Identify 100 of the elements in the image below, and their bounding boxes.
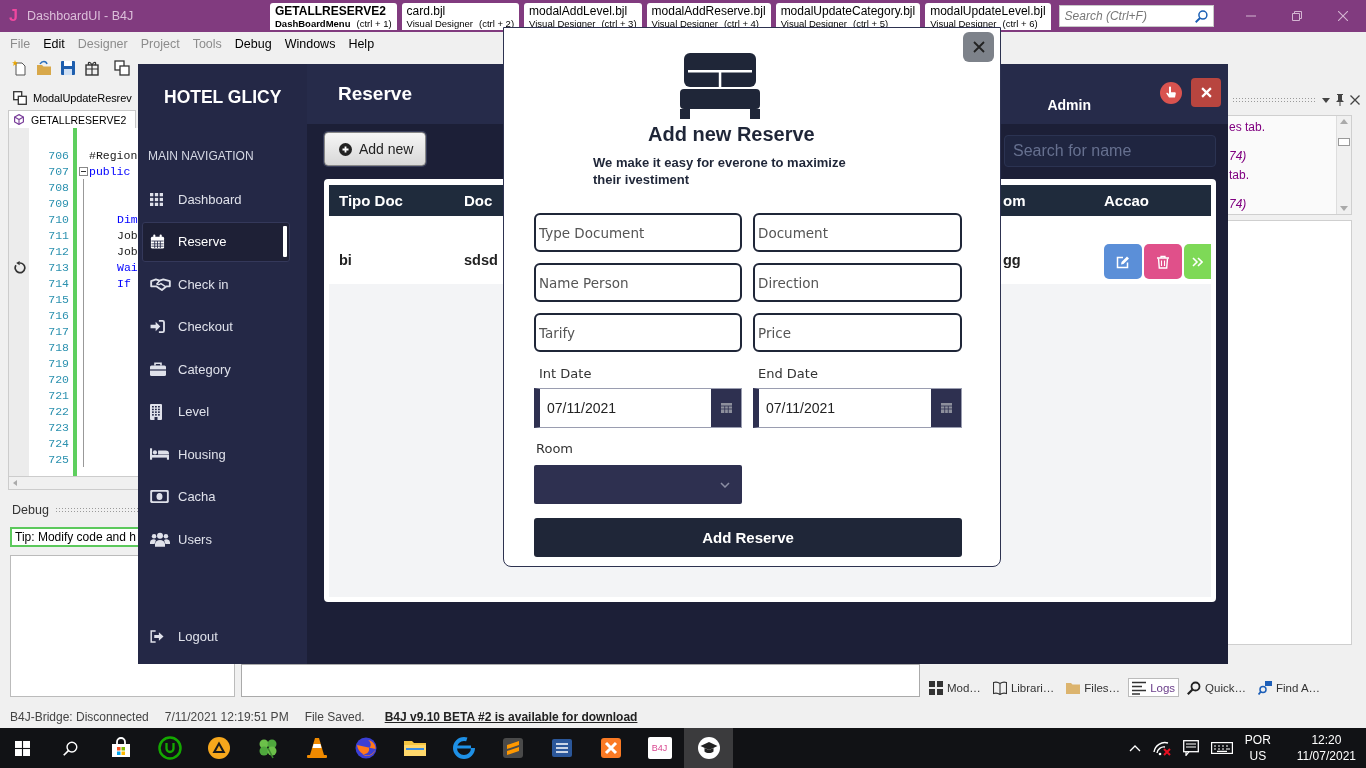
search-icon: [1187, 680, 1202, 695]
copy-icon[interactable]: [114, 59, 130, 76]
line-number: 720: [48, 372, 69, 386]
text-field[interactable]: Tarify: [534, 313, 742, 352]
nav-item[interactable]: Reserve: [142, 221, 290, 262]
nav-item[interactable]: Cacha: [142, 476, 290, 517]
taskbar-app[interactable]: B4J: [635, 728, 684, 768]
text-field[interactable]: Document: [753, 213, 962, 252]
user-name: Admin: [1047, 97, 1091, 113]
search-input[interactable]: Search (Ctrl+F): [1064, 9, 1195, 23]
date-field[interactable]: 07/11/2021: [534, 388, 742, 428]
logout-button[interactable]: Logout: [142, 616, 290, 656]
date-field[interactable]: 07/11/2021: [753, 388, 962, 428]
text-field[interactable]: Direction: [753, 263, 962, 302]
module-tab[interactable]: ModalUpdateResrev: [8, 88, 136, 108]
code-text: public: [89, 164, 131, 178]
status-text: B4J-Bridge: Disconnected: [10, 709, 149, 724]
layout-icon: [929, 680, 943, 695]
close-icon: [972, 41, 985, 53]
nav-item[interactable]: Category: [142, 349, 290, 389]
log-line: 74): [1229, 197, 1247, 211]
scrollbar[interactable]: [1336, 116, 1351, 214]
package-icon[interactable]: [84, 59, 100, 76]
nav-item[interactable]: Dashboard: [142, 179, 290, 219]
fold-toggle-icon[interactable]: [78, 166, 88, 176]
nav-item[interactable]: Level: [142, 391, 290, 432]
message-icon[interactable]: [1182, 740, 1199, 756]
bed-icon: [150, 448, 169, 460]
keyboard-icon[interactable]: [1210, 742, 1233, 754]
nav-item[interactable]: Users: [142, 519, 290, 559]
code-text: Job: [117, 244, 138, 258]
calendar-button[interactable]: [711, 389, 741, 427]
text-field[interactable]: Price: [753, 313, 962, 352]
file-tab[interactable]: modalUpdateLevel.bjl Visual Designer (ctrl + 6): [925, 3, 1051, 30]
add-new-button[interactable]: Add new: [324, 132, 426, 166]
close-button[interactable]: [1191, 78, 1221, 107]
network-icon[interactable]: [1152, 740, 1171, 756]
panel-tab[interactable]: Librari…: [988, 678, 1059, 697]
delete-button[interactable]: [1144, 244, 1182, 279]
search-icon: [62, 740, 78, 756]
scrollbar[interactable]: [8, 476, 138, 490]
hand-pointer-icon[interactable]: [1160, 82, 1182, 104]
building-icon: [150, 403, 162, 420]
panel-tab[interactable]: Quick…: [1183, 678, 1250, 697]
update-link[interactable]: B4J v9.10 BETA #2 is available for download: [384, 709, 638, 724]
field-label: Room: [536, 441, 574, 456]
nav-item[interactable]: Housing: [142, 434, 290, 474]
date-input[interactable]: 07/11/2021: [540, 389, 711, 427]
menu-item[interactable]: Help: [348, 36, 375, 51]
status-text: File Saved.: [304, 709, 365, 724]
nav-item[interactable]: Checkout: [142, 306, 290, 347]
folder-icon: [1066, 680, 1081, 695]
plus-circle-icon: [339, 142, 352, 156]
editor-tab[interactable]: GETALLRESERVE2: [8, 110, 136, 128]
text-field[interactable]: Name Person: [534, 263, 742, 302]
close-button[interactable]: [963, 32, 994, 62]
edit-button[interactable]: [1104, 244, 1142, 279]
line-number: 712: [48, 244, 69, 258]
date-input[interactable]: 07/11/2021: [759, 389, 931, 427]
line-number: 724: [48, 436, 69, 450]
text-field[interactable]: Type Document: [534, 213, 742, 252]
calendar-icon: [940, 403, 952, 413]
panel-tab[interactable]: Find A…: [1253, 678, 1325, 697]
line-number: 711: [48, 228, 69, 242]
grid-icon: [150, 192, 163, 206]
panel-tab[interactable]: Files…: [1062, 678, 1125, 697]
stripes-icon: [500, 736, 525, 760]
menu-item[interactable]: Windows: [284, 36, 336, 51]
file-tab[interactable]: GETALLRESERVE2 DashBoardMenu (ctrl + 1): [270, 3, 397, 30]
calendar-button[interactable]: [931, 389, 961, 427]
restore-icon: [1292, 11, 1302, 21]
panel-tab[interactable]: Logs: [1128, 678, 1180, 697]
column-header: om: [1003, 192, 1026, 209]
language-indicator[interactable]: POR US: [1244, 732, 1271, 764]
cube-icon: [14, 114, 24, 125]
pin-icon[interactable]: [1336, 94, 1344, 106]
close-icon[interactable]: [1350, 95, 1360, 105]
open-folder-icon[interactable]: [36, 59, 52, 76]
panel-tab[interactable]: Mod…: [925, 678, 985, 697]
save-icon[interactable]: [60, 59, 76, 76]
nav-item[interactable]: Check in: [142, 264, 290, 304]
book-icon: [992, 680, 1007, 695]
browser-icon: [353, 736, 378, 760]
table-cell: bi: [339, 252, 352, 268]
scroll-thumb[interactable]: [1338, 138, 1350, 146]
search-field[interactable]: Search for name: [1004, 135, 1216, 167]
taskbar-app[interactable]: [684, 728, 733, 768]
calendar-icon: [720, 403, 732, 413]
dropdown-icon[interactable]: [1322, 97, 1330, 103]
clock[interactable]: 12:20 11/07/2021: [1296, 732, 1356, 764]
menu-item[interactable]: Debug: [234, 36, 272, 51]
search-icon[interactable]: [1194, 9, 1208, 23]
menu-item[interactable]: Edit: [43, 36, 65, 51]
undo-icon[interactable]: [13, 260, 26, 274]
new-file-icon[interactable]: [12, 59, 28, 76]
code-text: Dim: [117, 212, 138, 226]
submit-button[interactable]: Add Reserve: [534, 518, 962, 557]
chevron-up-icon[interactable]: [1128, 744, 1141, 752]
line-number: 723: [48, 420, 69, 434]
ring-icon: [157, 736, 182, 760]
